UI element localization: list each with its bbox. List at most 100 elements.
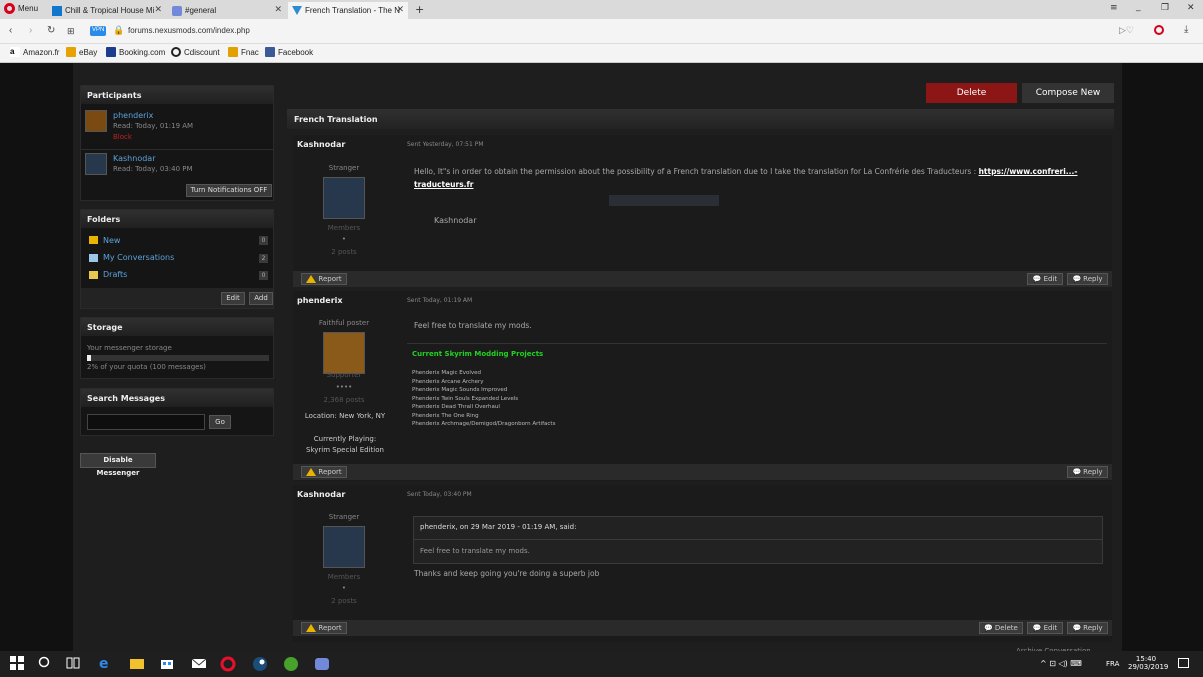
post-author[interactable]: phenderix [297, 296, 343, 305]
signature-item[interactable]: Phenderix The One Ring [412, 412, 555, 421]
folder-new[interactable]: New [103, 236, 120, 245]
avatar[interactable] [323, 177, 365, 219]
opera-account-icon[interactable] [1154, 25, 1164, 35]
search-go-button[interactable]: Go [209, 415, 231, 429]
panel-title: Folders [81, 210, 273, 228]
mail-icon[interactable] [191, 656, 208, 672]
folder-count: 0 [259, 236, 268, 245]
warning-icon [306, 624, 317, 632]
close-window-icon[interactable]: ✕ [1187, 3, 1195, 13]
edit-icon: 💬 [1032, 624, 1042, 632]
report-button[interactable]: Report [301, 622, 347, 634]
reply-button[interactable]: 💬 Reply [1067, 466, 1108, 478]
reload-icon[interactable]: ↻ [47, 25, 55, 36]
windows-start-icon[interactable] [10, 656, 26, 672]
delete-conversation-button[interactable]: Delete [926, 83, 1017, 103]
vpn-badge[interactable]: VPN [90, 26, 107, 36]
avatar[interactable] [85, 153, 107, 175]
quote-header: phenderix, on 29 Mar 2019 - 01:19 AM, sa… [420, 523, 577, 531]
avatar[interactable] [85, 110, 107, 132]
report-button[interactable]: Report [301, 466, 347, 478]
participant-name[interactable]: phenderix [113, 111, 153, 120]
store-icon[interactable] [160, 656, 176, 672]
back-icon[interactable]: ‹ [9, 25, 12, 36]
bookmark-label: eBay [79, 47, 98, 57]
user-rank: Stranger [328, 513, 360, 521]
reply-button[interactable]: 💬 Reply [1067, 622, 1108, 634]
disable-messenger-button[interactable]: Disable Messenger [80, 453, 156, 477]
participant-name[interactable]: Kashnodar [113, 154, 155, 163]
edit-button[interactable]: 💬 Edit [1027, 622, 1063, 634]
reply-button[interactable]: 💬 Reply [1067, 273, 1108, 285]
tab-discord[interactable]: #general ✕ [168, 2, 286, 19]
heart-icon[interactable]: ▷♡ [1119, 25, 1134, 36]
avatar[interactable] [323, 526, 365, 568]
bookmark-facebook[interactable]: Facebook [265, 47, 313, 57]
system-tray-icons[interactable]: ^ ⊡ ◁) ⌨ [1040, 659, 1082, 668]
signature-item[interactable]: Phenderix Archmage/Demigod/Dragonborn Ar… [412, 420, 555, 429]
storage-bar [87, 355, 269, 361]
signature-item[interactable]: Phenderix Magic Sounds Improved [412, 386, 555, 395]
signature-item[interactable]: Phenderix Arcane Archery [412, 378, 555, 387]
conversation-title: French Translation [287, 109, 1114, 129]
utorrent-icon[interactable] [283, 656, 299, 672]
speed-dial-icon[interactable]: ⊞ [67, 26, 75, 37]
delete-message-button[interactable]: 💬 Delete [979, 622, 1023, 634]
minimize-icon[interactable]: _ [1136, 2, 1141, 12]
bookmark-fnac[interactable]: Fnac [228, 47, 259, 57]
language-indicator[interactable]: FRA [1106, 660, 1119, 668]
new-tab-icon[interactable]: + [415, 3, 424, 16]
reply-icon: 💬 [1072, 275, 1082, 283]
search-input[interactable] [87, 414, 205, 430]
close-tab-icon[interactable]: ✕ [274, 4, 282, 15]
bookmark-cdiscount[interactable]: Cdiscount [171, 47, 220, 57]
url-field[interactable]: forums.nexusmods.com/index.php [128, 26, 250, 35]
turn-notifications-off-button[interactable]: Turn Notifications OFF [186, 184, 272, 197]
discord-taskbar-icon[interactable] [314, 656, 330, 672]
delete-icon: 💬 [984, 624, 993, 632]
playing-game: Skyrim Special Edition [306, 446, 384, 454]
signature-item[interactable]: Phenderix Twin Souls Expanded Levels [412, 395, 555, 404]
edit-folders-button[interactable]: Edit [221, 292, 245, 305]
folder-my-conversations[interactable]: My Conversations [103, 253, 174, 262]
folder-drafts[interactable]: Drafts [103, 270, 127, 279]
file-explorer-icon[interactable] [130, 656, 146, 672]
post-author[interactable]: Kashnodar [297, 140, 345, 149]
storage-quota: 2% of your quota (100 messages) [87, 363, 206, 371]
message-post: Kashnodar Sent Today, 03:40 PM Stranger … [293, 485, 1112, 642]
notifications-icon[interactable] [1178, 658, 1189, 668]
search-icon[interactable] [38, 656, 54, 672]
post-date: Sent Today, 01:19 AM [407, 297, 473, 304]
edit-button[interactable]: 💬 Edit [1027, 273, 1063, 285]
bookmark-ebay[interactable]: eBay [66, 47, 97, 57]
close-tab-icon[interactable]: ✕ [154, 4, 162, 15]
tab-menu-icon[interactable]: ≡ [1110, 3, 1118, 13]
opera-taskbar-icon[interactable] [220, 656, 236, 672]
steam-icon[interactable] [252, 656, 268, 672]
menu-label: Menu [18, 4, 39, 13]
signature-item[interactable]: Phenderix Dead Thrall Overhaul [412, 403, 555, 412]
folders-panel: Folders New 0 My Conversations 2 Drafts … [80, 209, 274, 309]
block-link[interactable]: Block [113, 133, 132, 141]
bookmark-amazon[interactable]: a Amazon.fr [10, 47, 59, 57]
add-folder-button[interactable]: Add [249, 292, 273, 305]
warning-icon [306, 468, 317, 476]
task-view-icon[interactable] [66, 656, 82, 672]
restore-icon[interactable]: ❐ [1161, 3, 1169, 13]
bookmark-booking[interactable]: Booking.com [106, 47, 165, 57]
clock[interactable]: 15:40 29/03/2019 [1128, 655, 1168, 671]
tab-french-translation[interactable]: French Translation - The N ✕ [288, 2, 408, 19]
close-tab-icon[interactable]: ✕ [396, 4, 404, 15]
compose-new-button[interactable]: Compose New [1022, 83, 1114, 103]
playing-label: Currently Playing: [313, 435, 377, 443]
edge-icon[interactable]: e [99, 656, 115, 672]
report-button[interactable]: Report [301, 273, 347, 285]
signature-item[interactable]: Phenderix Magic Evolved [412, 369, 555, 378]
download-icon[interactable]: ⤓ [1184, 24, 1188, 35]
opera-menu-button[interactable]: Menu [4, 3, 38, 14]
post-author[interactable]: Kashnodar [297, 490, 345, 499]
tab-music[interactable]: Chill & Tropical House Mi ✕ [48, 2, 166, 19]
forward-icon[interactable]: › [29, 25, 32, 36]
hidden-embed [609, 195, 719, 206]
avatar[interactable] [323, 332, 365, 374]
